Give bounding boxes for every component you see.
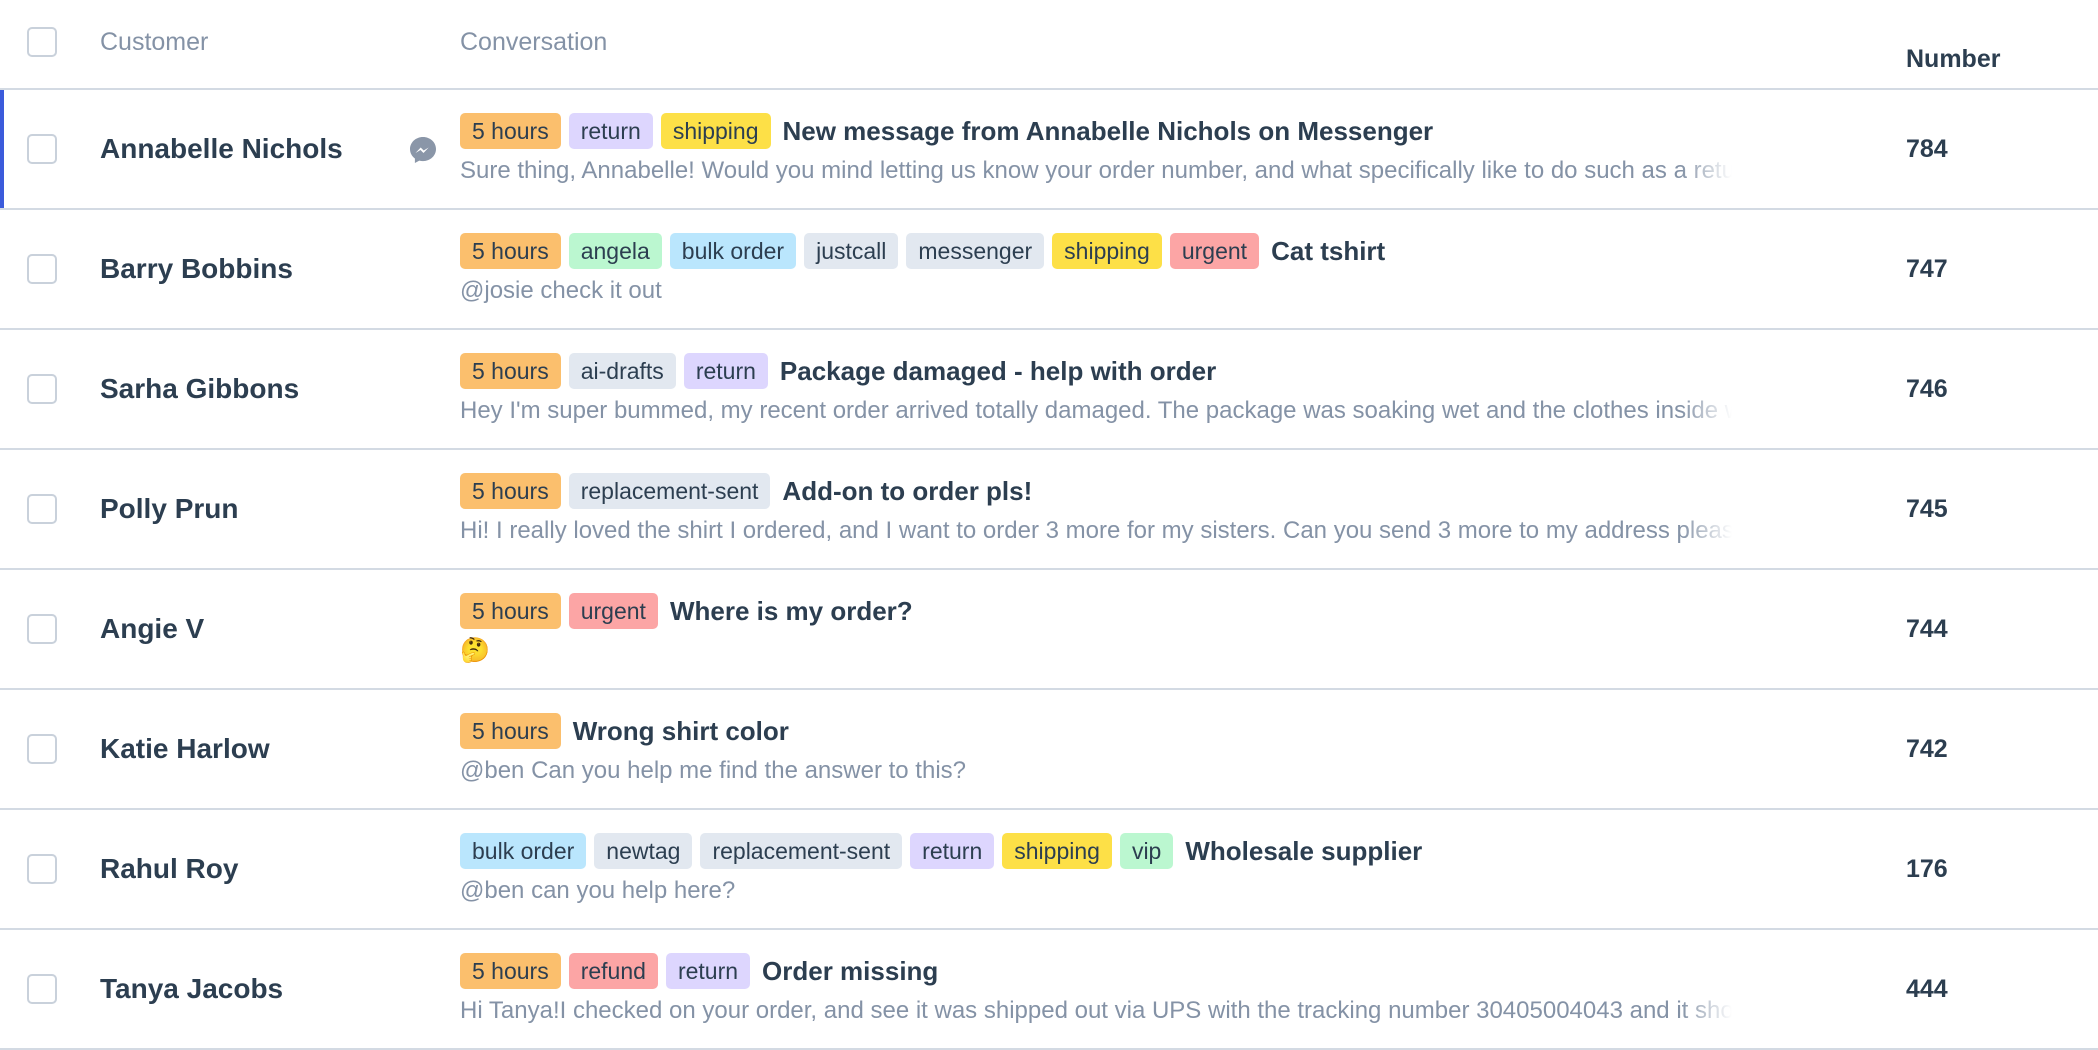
conversation-summary[interactable]: 5 hours urgent Where is my order? 🤔	[460, 592, 1732, 666]
table-row[interactable]: Sarha Gibbons 5 hours ai-drafts return Pack…	[0, 330, 2098, 450]
row-checkbox[interactable]	[27, 974, 57, 1004]
tag[interactable]: newtag	[594, 833, 693, 869]
conversation-summary[interactable]: 5 hours replacement-sent Add-on to order p…	[460, 472, 1732, 546]
tags-and-subject: 5 hours Wrong shirt color	[460, 712, 1732, 750]
conversation-summary[interactable]: 5 hours return shipping New message from An…	[460, 112, 1732, 186]
tag[interactable]: vip	[1119, 833, 1174, 869]
tag[interactable]: return	[683, 353, 768, 389]
table-row[interactable]: Polly Prun 5 hours replacement-sent Add-on…	[0, 450, 2098, 570]
table-row[interactable]: Annabelle Nichols 5 hours return shipping N…	[0, 90, 2098, 210]
tags-and-subject: 5 hours replacement-sent Add-on to order p…	[460, 472, 1732, 510]
customer-name: Angie V	[100, 613, 205, 644]
table-row[interactable]: Tanya Jacobs 5 hours refund return Order mi…	[0, 930, 2098, 1050]
row-checkbox[interactable]	[27, 374, 57, 404]
conversation-summary[interactable]: 5 hours angela bulk order justcall messenger…	[460, 232, 1732, 306]
ticket-number: 745	[1906, 495, 1948, 523]
select-all-checkbox[interactable]	[27, 27, 57, 57]
tag[interactable]: 5 hours	[460, 593, 561, 629]
message-snippet: @josie check it out	[460, 277, 662, 304]
table-header: Customer Conversation Number	[0, 0, 2098, 90]
row-checkbox[interactable]	[27, 254, 57, 284]
tag[interactable]: refund	[568, 953, 658, 989]
tags-and-subject: 5 hours refund return Order missing	[460, 952, 1732, 990]
tag[interactable]: 5 hours	[460, 953, 561, 989]
row-checkbox[interactable]	[27, 734, 57, 764]
tags-and-subject: 5 hours urgent Where is my order?	[460, 592, 1732, 630]
customer-name: Katie Harlow	[100, 733, 270, 764]
tag[interactable]: return	[568, 113, 653, 149]
tag[interactable]: shipping	[660, 113, 771, 149]
ticket-number: 784	[1906, 135, 1948, 163]
customer-name: Tanya Jacobs	[100, 973, 284, 1004]
message-snippet: @ben Can you help me find the answer to …	[460, 757, 966, 784]
message-snippet: Hey I'm super bummed, my recent order ar…	[460, 397, 1732, 424]
tag[interactable]: justcall	[804, 233, 899, 269]
conversation-summary[interactable]: 5 hours refund return Order missing Hi Tany…	[460, 952, 1732, 1026]
customer-name: Sarha Gibbons	[100, 373, 300, 404]
table-row[interactable]: Barry Bobbins 5 hours angela bulk order jus…	[0, 210, 2098, 330]
tag[interactable]: 5 hours	[460, 113, 561, 149]
column-header-number[interactable]: Number	[1906, 44, 2000, 74]
tag[interactable]: bulk order	[460, 833, 587, 869]
tag[interactable]: 5 hours	[460, 713, 561, 749]
tag[interactable]: messenger	[906, 233, 1045, 269]
tags-and-subject: 5 hours ai-drafts return Package damaged - …	[460, 352, 1732, 390]
message-snippet: Sure thing, Annabelle! Would you mind le…	[460, 157, 1732, 184]
conversation-summary[interactable]: 5 hours Wrong shirt color @ben Can you he…	[460, 712, 1732, 786]
message-snippet: 🤔	[460, 637, 490, 664]
ticket-number: 444	[1906, 975, 1948, 1003]
conversation-subject: Package damaged - help with order	[779, 355, 1217, 386]
tag[interactable]: angela	[568, 233, 662, 269]
tags-and-subject: 5 hours angela bulk order justcall messenger…	[460, 232, 1732, 270]
conversation-subject: New message from Annabelle Nichols on Me…	[782, 115, 1434, 146]
row-checkbox[interactable]	[27, 854, 57, 884]
customer-name: Polly Prun	[100, 493, 239, 524]
message-snippet: @ben can you help here?	[460, 877, 736, 904]
conversation-summary[interactable]: bulk order newtag replacement-sent return sh…	[460, 832, 1732, 906]
customer-name: Rahul Roy	[100, 853, 239, 884]
tag[interactable]: ai-drafts	[568, 353, 676, 389]
message-snippet: Hi! I really loved the shirt I ordered, …	[460, 517, 1732, 544]
conversation-subject: Order missing	[762, 955, 939, 986]
tag[interactable]: urgent	[568, 593, 658, 629]
row-checkbox[interactable]	[27, 134, 57, 164]
ticket-number: 176	[1906, 855, 1948, 883]
conversation-subject: Wrong shirt color	[572, 715, 789, 746]
ticket-number: 746	[1906, 375, 1948, 403]
tag[interactable]: urgent	[1169, 233, 1260, 269]
table-row[interactable]: Angie V 5 hours urgent Where is my order? …	[0, 570, 2098, 690]
tag[interactable]: replacement-sent	[700, 833, 903, 869]
ticket-number: 747	[1906, 255, 1948, 283]
ticket-number: 744	[1906, 615, 1948, 643]
table-row[interactable]: Rahul Roy bulk order newtag replacement-se…	[0, 810, 2098, 930]
tag[interactable]: 5 hours	[460, 473, 561, 509]
conversation-subject: Wholesale supplier	[1185, 835, 1423, 866]
customer-name: Annabelle Nichols	[100, 133, 343, 164]
tag[interactable]: shipping	[1002, 833, 1112, 869]
conversation-subject: Add-on to order pls!	[782, 475, 1033, 506]
row-checkbox[interactable]	[27, 614, 57, 644]
tags-and-subject: 5 hours return shipping New message from An…	[460, 112, 1732, 150]
table-row[interactable]: Katie Harlow 5 hours Wrong shirt color @b…	[0, 690, 2098, 810]
conversation-table: Customer Conversation Number Annabelle N…	[0, 0, 2098, 1050]
row-checkbox[interactable]	[27, 494, 57, 524]
conversation-subject: Cat tshirt	[1271, 235, 1386, 266]
table-body: Annabelle Nichols 5 hours return shipping N…	[0, 90, 2098, 1050]
tag[interactable]: replacement-sent	[568, 473, 771, 509]
column-header-customer[interactable]: Customer	[100, 26, 208, 58]
tag[interactable]: return	[910, 833, 995, 869]
tag[interactable]: bulk order	[669, 233, 797, 269]
tag[interactable]: 5 hours	[460, 233, 561, 269]
customer-name: Barry Bobbins	[100, 253, 293, 284]
tag[interactable]: 5 hours	[460, 353, 561, 389]
tag[interactable]: return	[665, 953, 751, 989]
ticket-number: 742	[1906, 735, 1948, 763]
conversation-subject: Where is my order?	[669, 595, 913, 626]
column-header-conversation[interactable]: Conversation	[460, 26, 607, 58]
message-snippet: Hi Tanya!I checked on your order, and se…	[460, 997, 1732, 1024]
tag[interactable]: shipping	[1052, 233, 1162, 269]
conversation-summary[interactable]: 5 hours ai-drafts return Package damaged - …	[460, 352, 1732, 426]
tags-and-subject: bulk order newtag replacement-sent return sh…	[460, 832, 1732, 870]
messenger-icon	[410, 137, 436, 163]
